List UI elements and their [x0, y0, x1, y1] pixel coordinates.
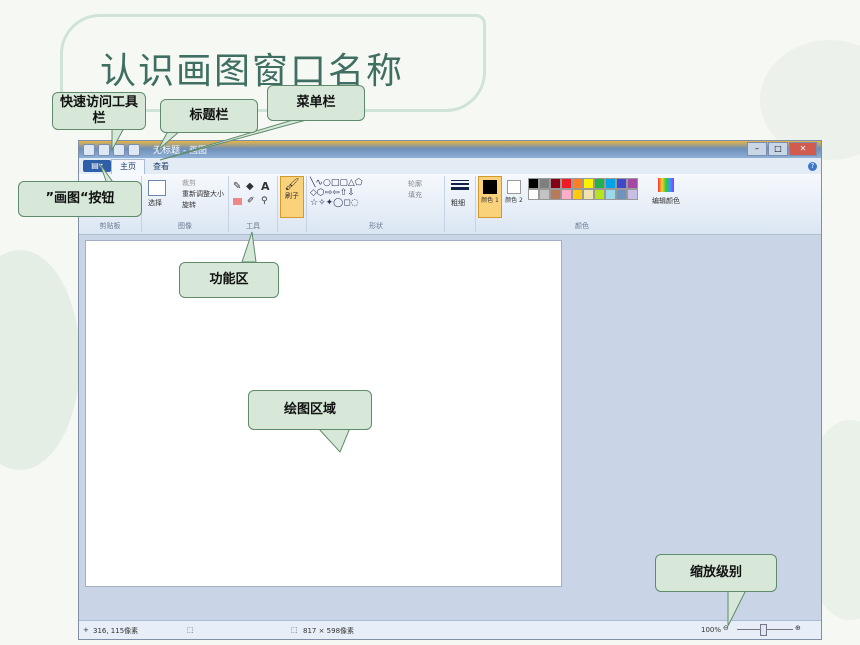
tail-quick-access: [111, 127, 125, 151]
callout-ribbon: 功能区: [179, 262, 279, 298]
callout-zoom: 缩放级别: [655, 554, 777, 592]
callout-menubar: 菜单栏: [267, 85, 365, 121]
callout-canvas: 绘图区域: [248, 390, 372, 430]
tail-titlebar: [157, 130, 182, 151]
callout-titlebar: 标题栏: [160, 99, 258, 133]
tail-canvas: [316, 427, 351, 453]
tail-ribbon: [241, 231, 257, 263]
callout-paint-button: ”画图“按钮: [18, 181, 142, 217]
callout-quick-access-toolbar: 快速访问工具栏: [52, 92, 146, 130]
tail-zoom: [727, 589, 747, 627]
